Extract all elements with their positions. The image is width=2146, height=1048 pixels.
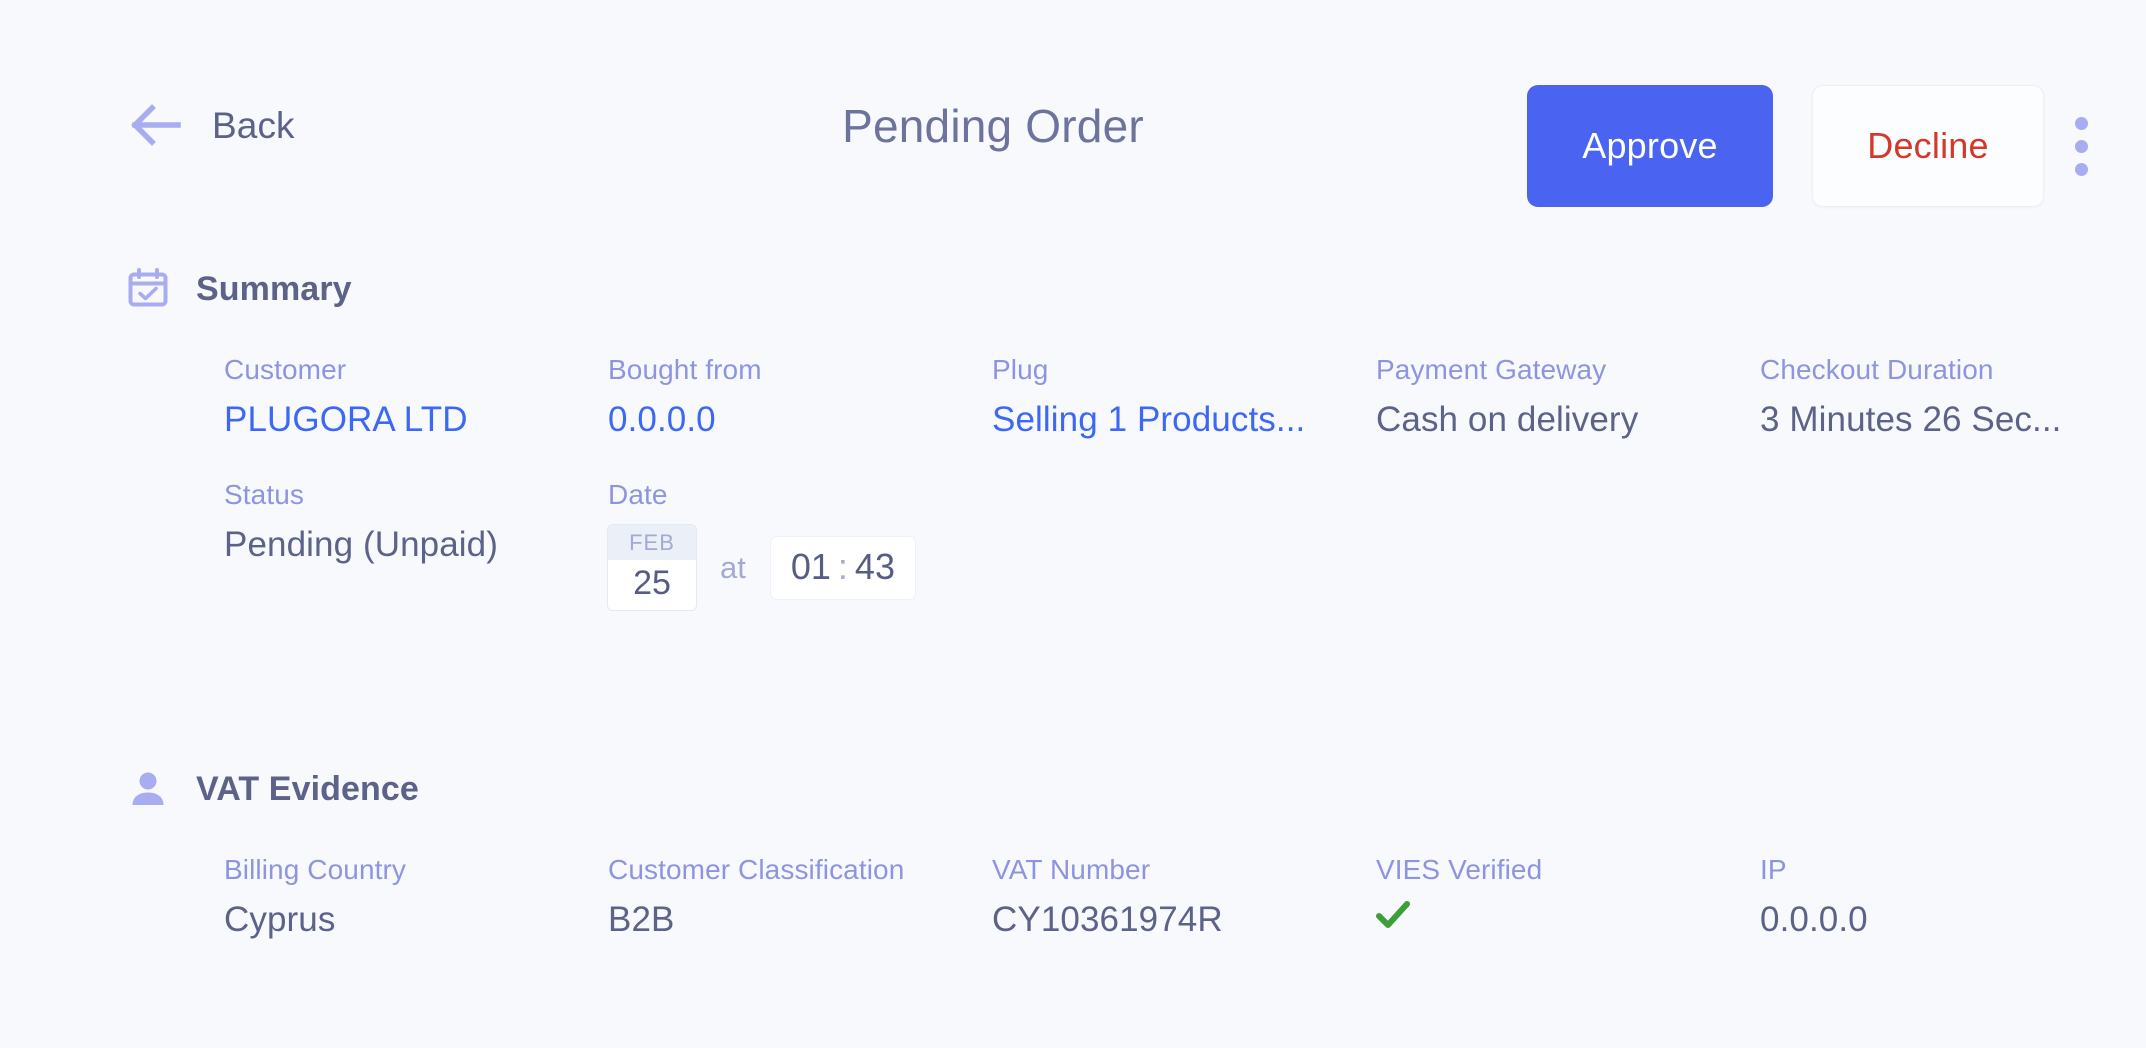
more-vertical-icon-dot-2 — [2074, 139, 2088, 153]
vat-evidence-section-header: VAT Evidence — [0, 762, 2146, 816]
summary-row-2: Status Pending (Unpaid) Date FEB 25 at 0… — [224, 481, 2146, 610]
date-at-label: at — [720, 550, 746, 585]
field-ip-value: 0.0.0.0 — [1760, 900, 1868, 939]
date-picker-card[interactable]: FEB 25 — [608, 525, 696, 610]
field-date: Date FEB 25 at 01 : 43 — [608, 481, 992, 610]
field-plug-value[interactable]: Selling 1 Products... — [992, 400, 1376, 440]
field-customer: Customer PLUGORA LTD — [224, 356, 608, 442]
vat-evidence-row-1: Billing Country Cyprus Customer Classifi… — [224, 856, 2146, 942]
field-customer-value[interactable]: PLUGORA LTD — [224, 400, 608, 440]
back-button[interactable]: Back — [128, 100, 295, 150]
header-actions: Approve Decline — [1527, 85, 2110, 210]
date-day: 25 — [608, 560, 696, 610]
field-vies-verified-label: VIES Verified — [1376, 854, 1543, 885]
time-hours: 01 — [790, 545, 831, 587]
field-checkout-duration-value: 3 Minutes 26 Sec... — [1760, 400, 2062, 439]
arrow-left-icon — [131, 104, 181, 146]
vat-evidence-section: VAT Evidence Billing Country Cyprus Cust… — [0, 762, 2146, 942]
field-payment-gateway-label: Payment Gateway — [1376, 354, 1607, 385]
field-payment-gateway-value: Cash on delivery — [1376, 400, 1639, 439]
field-payment-gateway: Payment Gateway Cash on delivery — [1376, 356, 1760, 442]
summary-field-grid: Customer PLUGORA LTD Bought from 0.0.0.0… — [0, 356, 2146, 610]
decline-button[interactable]: Decline — [1812, 85, 2044, 207]
summary-section-title: Summary — [196, 270, 352, 308]
pending-order-page: Back Pending Order Approve Decline Summa… — [0, 0, 2146, 1048]
field-status: Status Pending (Unpaid) — [224, 481, 608, 567]
field-billing-country: Billing Country Cyprus — [224, 856, 608, 942]
approve-button[interactable]: Approve — [1527, 85, 1773, 207]
field-status-value: Pending (Unpaid) — [224, 525, 498, 564]
calendar-check-icon — [128, 268, 168, 307]
field-status-label: Status — [224, 479, 304, 510]
field-ip: IP 0.0.0.0 — [1760, 856, 2144, 942]
more-vertical-icon-dot-1 — [2074, 116, 2088, 130]
date-time-widget: FEB 25 at 01 : 43 — [608, 525, 992, 610]
field-customer-label: Customer — [224, 354, 347, 385]
back-label: Back — [212, 104, 295, 146]
field-spacer-2 — [1376, 481, 1760, 567]
summary-section-header: Summary — [0, 262, 2146, 316]
field-vat-number-label: VAT Number — [992, 854, 1151, 885]
field-plug-label: Plug — [992, 354, 1049, 385]
page-header: Back Pending Order Approve Decline — [0, 0, 2146, 240]
check-icon — [1376, 901, 1410, 928]
field-checkout-duration: Checkout Duration 3 Minutes 26 Sec... — [1760, 356, 2144, 442]
more-vertical-icon-dot-3 — [2074, 162, 2088, 176]
field-customer-classification-label: Customer Classification — [608, 854, 905, 885]
field-billing-country-label: Billing Country — [224, 854, 407, 885]
date-month: FEB — [608, 525, 696, 560]
page-title-text: Pending Order — [842, 100, 1144, 152]
time-separator: : — [837, 545, 848, 587]
field-customer-classification-value: B2B — [608, 900, 675, 939]
more-options-button[interactable] — [2052, 85, 2110, 207]
field-vies-verified-value — [1376, 900, 1760, 930]
field-spacer-3 — [1760, 481, 2144, 567]
field-ip-label: IP — [1760, 854, 1787, 885]
time-input[interactable]: 01 : 43 — [769, 535, 916, 600]
field-plug: Plug Selling 1 Products... — [992, 356, 1376, 442]
field-spacer-1 — [992, 481, 1376, 567]
field-bought-from-value[interactable]: 0.0.0.0 — [608, 400, 992, 440]
field-vies-verified: VIES Verified — [1376, 856, 1760, 942]
field-checkout-duration-label: Checkout Duration — [1760, 354, 1994, 385]
summary-section: Summary Customer PLUGORA LTD Bought from… — [0, 262, 2146, 610]
vat-evidence-section-title: VAT Evidence — [196, 770, 419, 808]
field-date-label: Date — [608, 479, 668, 510]
field-vat-number-value: CY10361974R — [992, 900, 1223, 939]
user-icon — [132, 772, 164, 805]
field-billing-country-value: Cyprus — [224, 900, 336, 939]
summary-row-1: Customer PLUGORA LTD Bought from 0.0.0.0… — [224, 356, 2146, 442]
field-customer-classification: Customer Classification B2B — [608, 856, 992, 942]
field-vat-number: VAT Number CY10361974R — [992, 856, 1376, 942]
field-bought-from: Bought from 0.0.0.0 — [608, 356, 992, 442]
field-bought-from-label: Bought from — [608, 354, 762, 385]
vat-evidence-field-grid: Billing Country Cyprus Customer Classifi… — [0, 856, 2146, 942]
time-minutes: 43 — [854, 545, 895, 587]
